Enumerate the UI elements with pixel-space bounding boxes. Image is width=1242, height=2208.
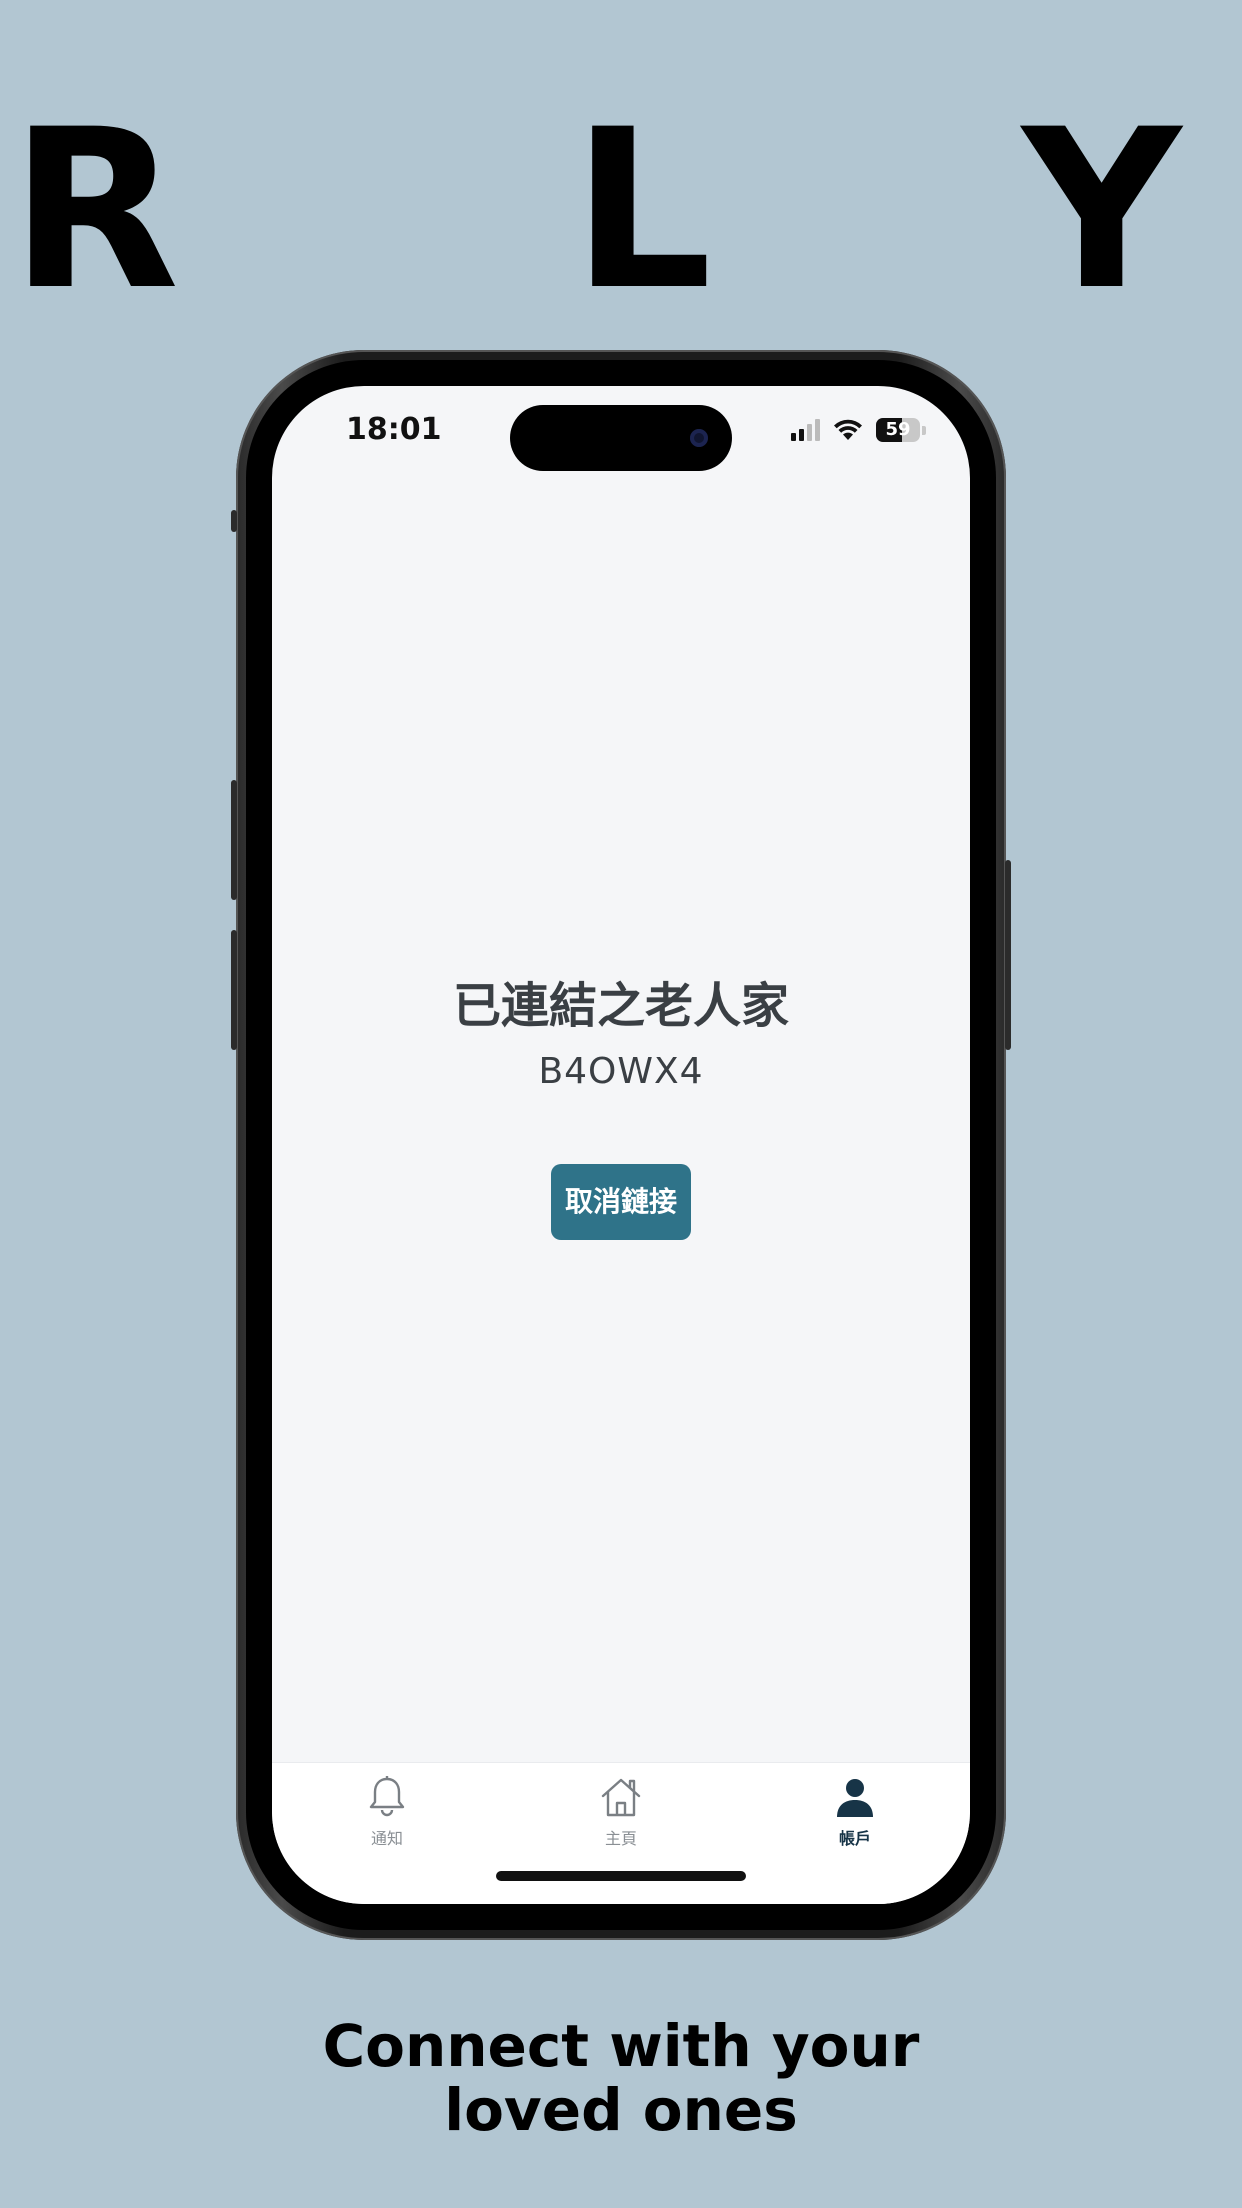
tab-account[interactable]: 帳戶: [785, 1775, 925, 1849]
battery-icon: 59: [876, 418, 920, 442]
cellular-signal-icon: [791, 419, 820, 441]
tab-bar: 通知 主頁 帳戶: [272, 1762, 970, 1904]
page-title: 已連結之老人家: [452, 978, 789, 1034]
dynamic-island: [510, 405, 732, 471]
tagline-line-2: loved ones: [444, 2076, 798, 2144]
camera-icon: [690, 429, 708, 447]
tab-notifications[interactable]: 通知: [317, 1775, 457, 1849]
volume-up-button: [231, 780, 237, 900]
volume-down-button: [231, 930, 237, 1050]
battery-tip: [922, 425, 926, 435]
brand-letter-l: L: [572, 82, 713, 338]
home-icon: [601, 1778, 641, 1817]
unlink-button[interactable]: 取消鏈接: [550, 1164, 691, 1240]
tab-home[interactable]: 主頁: [551, 1775, 691, 1849]
status-time: 18:01: [346, 412, 442, 447]
tagline: Connect with your loved ones: [0, 2014, 1242, 2142]
power-button: [1005, 860, 1011, 1050]
tagline-line-1: Connect with your: [322, 2012, 920, 2080]
brand-letter-y: Y: [1022, 82, 1182, 338]
home-indicator[interactable]: [496, 1871, 746, 1881]
elder-code: B4OWX4: [538, 1051, 704, 1092]
tab-label-home: 主頁: [604, 1829, 637, 1848]
brand-letter-r: R: [10, 82, 180, 338]
phone-screen: 18:01 59 已連結之老人家 B4OWX4 取消鏈接 通知 主頁 帳戶: [272, 386, 970, 1904]
battery-level-text: 59: [885, 419, 911, 440]
action-button: [231, 510, 237, 532]
bell-icon: [369, 1776, 405, 1817]
tab-label-notifications: 通知: [370, 1829, 403, 1848]
person-icon: [837, 1779, 873, 1817]
wifi-icon: [834, 419, 862, 440]
tab-label-account: 帳戶: [838, 1829, 871, 1848]
linked-elder-section: 已連結之老人家 B4OWX4 取消鏈接: [272, 976, 970, 1240]
status-icons: 59: [791, 418, 926, 442]
battery-group: 59: [876, 418, 926, 442]
